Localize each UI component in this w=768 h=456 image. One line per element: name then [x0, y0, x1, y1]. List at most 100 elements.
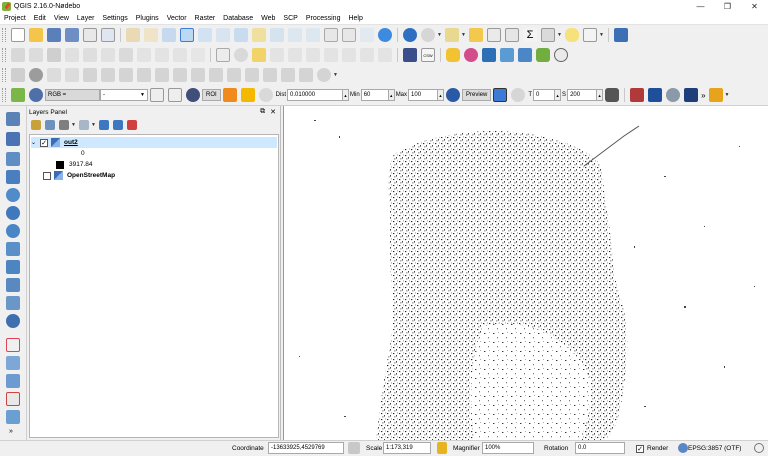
zoom-to-input-image-icon[interactable] [29, 88, 43, 102]
t-input[interactable]: 0 [533, 89, 556, 101]
menu-plugins[interactable]: Plugins [132, 15, 163, 22]
new-map-view-icon[interactable] [324, 28, 338, 42]
split-features-icon[interactable] [227, 68, 241, 82]
add-gpx-layer-icon[interactable] [6, 374, 20, 388]
advanced-digitizing-icon[interactable] [11, 68, 25, 82]
measure-line-icon[interactable] [541, 28, 555, 42]
add-delimited-text-layer-icon[interactable] [6, 242, 20, 256]
manage-visibility-icon[interactable] [59, 120, 69, 130]
add-feature-icon[interactable] [65, 48, 79, 62]
layer-visibility-checkbox[interactable] [43, 171, 51, 180]
classification-preview-icon[interactable] [493, 88, 508, 102]
delete-selected-icon[interactable] [119, 48, 133, 62]
graphical-modeler-icon[interactable] [482, 48, 496, 62]
crs-status-button[interactable]: EPSG:3857 (OTF) [688, 445, 741, 452]
t-spinner[interactable]: ▲ [555, 89, 562, 101]
composer-manager-icon[interactable] [101, 28, 115, 42]
rotate-point-symbols-icon[interactable] [299, 68, 313, 82]
crs-globe-icon[interactable] [678, 443, 688, 453]
node-tool-icon[interactable] [101, 48, 115, 62]
bookmarks-icon[interactable] [342, 28, 356, 42]
save-edits-icon[interactable] [47, 48, 61, 62]
close-panel-button[interactable]: ✕ [270, 108, 276, 116]
reshape-features-icon[interactable] [191, 68, 205, 82]
fill-ring-icon[interactable] [137, 68, 151, 82]
add-group-icon[interactable] [45, 120, 55, 130]
identify-icon[interactable] [403, 28, 417, 42]
layer-styling-icon[interactable] [31, 120, 41, 130]
float-panel-button[interactable]: ⧉ [260, 108, 265, 116]
preview-zoom-icon[interactable] [446, 88, 461, 102]
menu-web[interactable]: Web [257, 15, 279, 22]
menu-raster[interactable]: Raster [191, 15, 220, 22]
print-composer-icon[interactable] [83, 28, 97, 42]
download-arrow-icon[interactable] [648, 88, 663, 102]
rotate-feature-icon[interactable] [29, 68, 43, 82]
menu-settings[interactable]: Settings [98, 15, 131, 22]
move-label-icon[interactable] [306, 48, 320, 62]
lock-scale-icon[interactable] [437, 442, 447, 454]
add-oracle-layer-icon[interactable] [6, 356, 20, 370]
add-raster-layer-icon[interactable] [6, 132, 20, 146]
run-feature-action-icon[interactable] [421, 28, 435, 42]
zoom-to-selection-icon[interactable] [252, 28, 266, 42]
layer-labeling-icon[interactable] [234, 48, 248, 62]
add-mssql-layer-icon[interactable] [6, 314, 20, 328]
add-virtual-layer-icon[interactable] [6, 260, 20, 274]
python-console-icon[interactable] [446, 48, 460, 62]
stacked-layers-icon[interactable] [630, 88, 645, 102]
results-viewer-icon[interactable] [518, 48, 532, 62]
toolbar-grip[interactable] [2, 28, 6, 42]
deselect-features-icon[interactable] [469, 28, 483, 42]
magnifier-input[interactable]: 100% [482, 442, 534, 454]
redo-preview-icon[interactable] [511, 88, 526, 102]
new-spatialite-layer-icon[interactable] [6, 296, 20, 310]
zoom-native-resolution-icon[interactable] [216, 28, 230, 42]
create-roi-icon[interactable] [222, 88, 237, 102]
pan-map-icon[interactable] [144, 28, 158, 42]
preview-button[interactable]: Preview [462, 89, 492, 101]
min-input[interactable]: 60 [360, 89, 389, 101]
split-parts-icon[interactable] [245, 68, 259, 82]
map-canvas[interactable] [283, 106, 768, 440]
s-input[interactable]: 200 [567, 89, 598, 101]
change-label-icon[interactable] [342, 48, 356, 62]
simplify-feature-icon[interactable] [83, 68, 97, 82]
processing-toolbox-icon[interactable] [464, 48, 478, 62]
sidebar-toggle-icon[interactable] [708, 88, 723, 102]
layer-row-out2[interactable]: ⌄ ✓ out2 [31, 137, 277, 148]
menu-layer[interactable]: Layer [73, 15, 99, 22]
chevron-down-icon[interactable]: ▼ [725, 92, 731, 98]
open-project-icon[interactable] [29, 28, 43, 42]
cut-features-icon[interactable] [137, 48, 151, 62]
dist-input[interactable]: 0.010000 [287, 89, 344, 101]
label-toolbar-icon[interactable] [216, 48, 230, 62]
chevron-down-icon[interactable]: ▼ [461, 32, 467, 38]
settings-icon[interactable] [666, 88, 681, 102]
menu-processing[interactable]: Processing [302, 15, 345, 22]
undo-icon[interactable] [47, 68, 61, 82]
open-data-icon[interactable] [403, 48, 417, 62]
export-arrow-icon[interactable] [684, 88, 699, 102]
move-feature-icon[interactable] [83, 48, 97, 62]
chevron-down-icon[interactable]: ▼ [91, 122, 97, 128]
maximize-button[interactable]: ❐ [714, 0, 741, 13]
statistical-summary-icon[interactable]: Σ [523, 28, 537, 42]
plugin-icon[interactable] [536, 48, 550, 62]
menu-view[interactable]: View [50, 15, 73, 22]
scp-dock-icon[interactable] [11, 88, 25, 102]
chevron-down-icon[interactable]: ▼ [71, 122, 77, 128]
add-wcs-layer-icon[interactable] [6, 206, 20, 220]
delete-ring-icon[interactable] [155, 68, 169, 82]
save-project-icon[interactable] [47, 28, 61, 42]
field-calculator-icon[interactable] [505, 28, 519, 42]
menu-database[interactable]: Database [219, 15, 257, 22]
add-postgis-layer-icon[interactable] [6, 152, 20, 166]
text-annotation-icon[interactable] [583, 28, 597, 42]
layer-visibility-checkbox[interactable]: ✓ [40, 138, 48, 147]
undo-edit-icon[interactable] [191, 48, 205, 62]
attribute-table-icon[interactable] [487, 28, 501, 42]
add-db2-layer-icon[interactable] [6, 338, 20, 352]
eye-icon[interactable] [554, 48, 568, 62]
csw-icon[interactable]: CSW [421, 48, 435, 62]
